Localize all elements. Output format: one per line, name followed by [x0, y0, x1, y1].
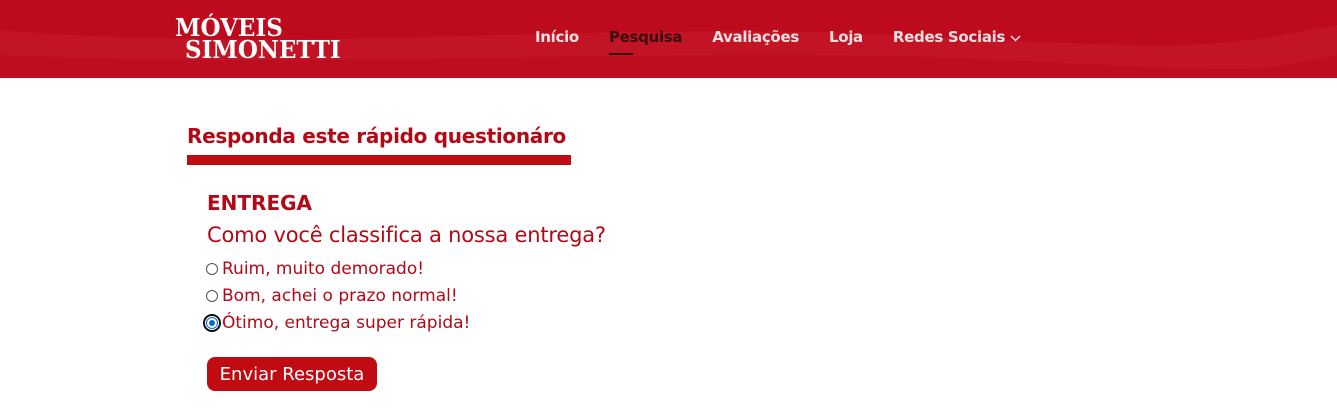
brand-logo-line2: SIMONETTI: [185, 35, 341, 65]
option-bom[interactable]: Bom, achei o prazo normal!: [206, 286, 458, 306]
option-label: Ruim, muito demorado!: [222, 259, 425, 279]
question-section-heading: ENTREGA: [207, 191, 312, 215]
submit-answer-button[interactable]: Enviar Resposta: [207, 357, 377, 391]
brand-logo[interactable]: MÓVEIS SIMONETTI: [175, 16, 341, 65]
option-ruim[interactable]: Ruim, muito demorado!: [206, 259, 424, 279]
nav-item-label: Loja: [828, 28, 863, 46]
option-label: Bom, achei o prazo normal!: [222, 286, 458, 306]
title-underline-bar: [187, 155, 571, 165]
question-text: Como você classifica a nossa entrega?: [207, 223, 606, 247]
nav-item-pesquisa[interactable]: Pesquisa: [608, 28, 683, 55]
main-nav: Início Pesquisa Avaliações Loja Redes So…: [535, 28, 1051, 55]
survey-title: Responda este rápido questionáro: [187, 124, 566, 148]
nav-item-avaliacoes[interactable]: Avaliações: [712, 28, 799, 46]
chevron-down-icon: [1010, 28, 1021, 46]
radio-button[interactable]: [206, 263, 218, 275]
nav-item-loja[interactable]: Loja: [829, 28, 863, 46]
nav-item-label: Pesquisa: [608, 28, 683, 46]
nav-item-inicio[interactable]: Início: [535, 28, 579, 46]
radio-button-selected[interactable]: [203, 314, 221, 332]
nav-item-label: Início: [535, 28, 579, 46]
option-otimo[interactable]: Ótimo, entrega super rápida!: [203, 313, 471, 333]
site-header: MÓVEIS SIMONETTI Início Pesquisa Avaliaç…: [0, 0, 1337, 78]
option-label: Ótimo, entrega super rápida!: [222, 313, 471, 333]
nav-item-label: Avaliações: [712, 28, 799, 46]
nav-item-label: Redes Sociais: [892, 28, 1006, 46]
radio-button[interactable]: [206, 290, 218, 302]
nav-item-redes-sociais[interactable]: Redes Sociais: [893, 28, 1021, 46]
